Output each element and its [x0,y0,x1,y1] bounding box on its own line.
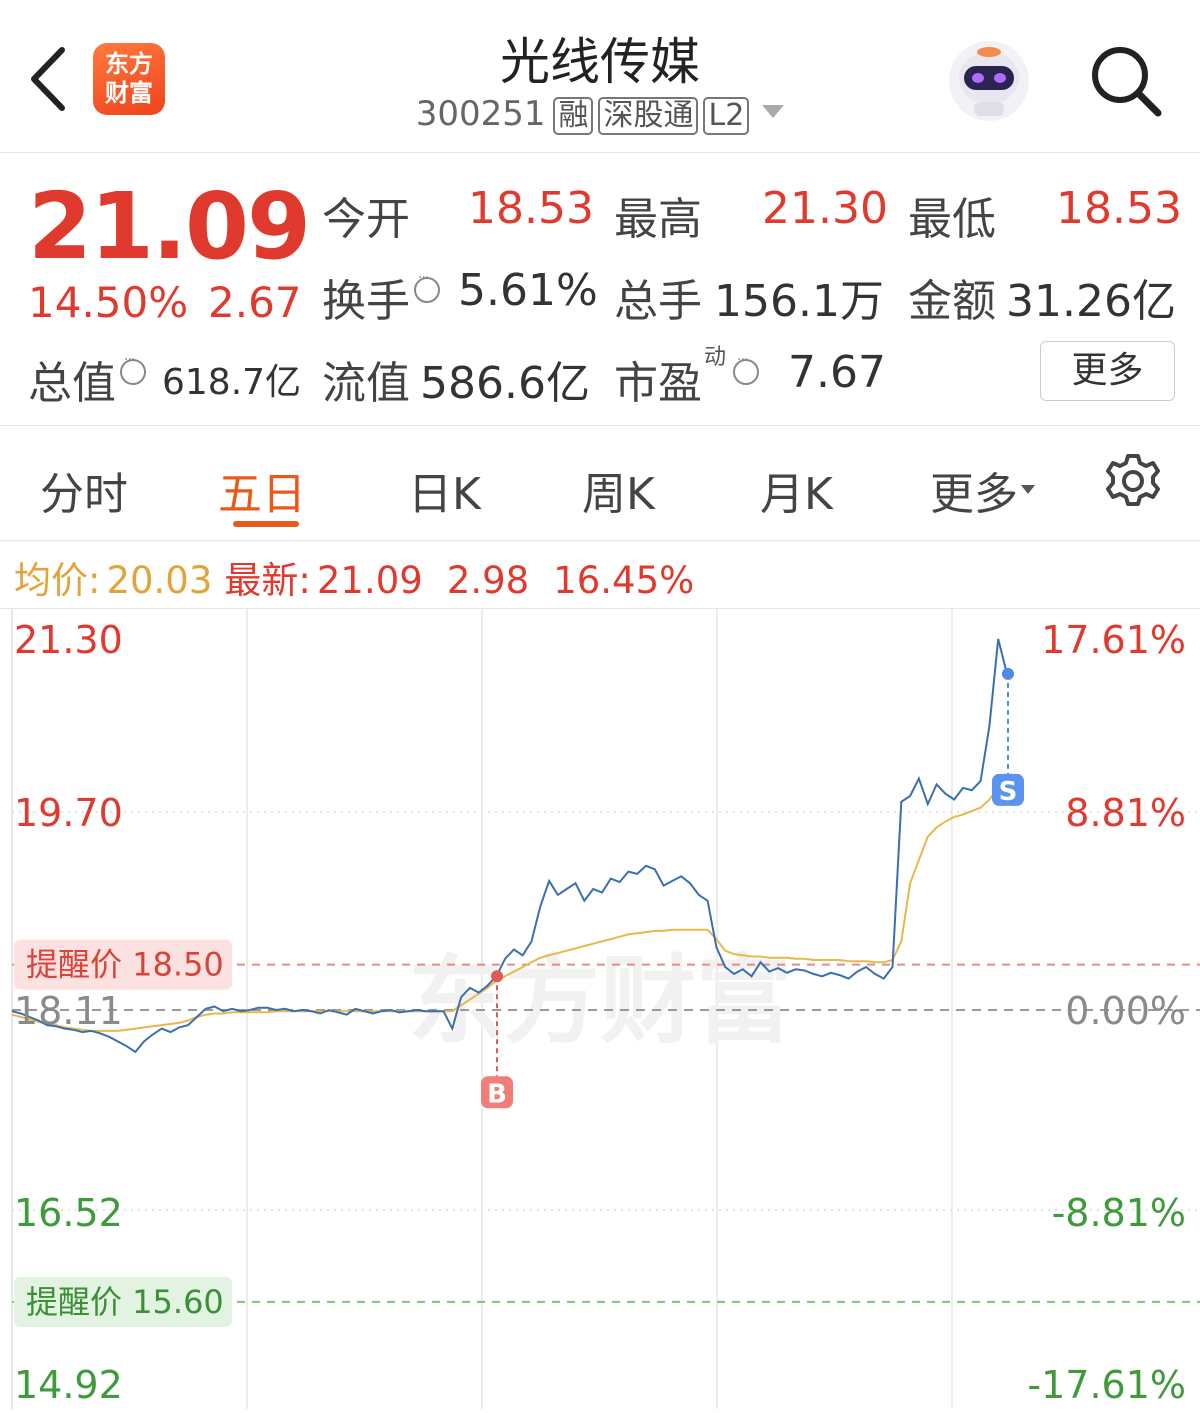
y-tick-right: 17.61% [1041,618,1186,662]
open-value: 18.53 [468,183,594,234]
margin-tag: 融 [553,97,594,135]
five-day-chart-svg[interactable]: 东方财富 B S 21.30 19.70 18.11 16.52 14.92 1… [0,609,1200,1409]
amount-value: 31.26亿 [1006,276,1176,327]
turnover-label: 换手 [322,276,410,327]
tab-monthly-k[interactable]: 月K [760,458,833,522]
quote-panel: 21.09 14.50% 2.67 今开 18.53 最高 21.30 最低 1… [0,153,1200,426]
five-day-chart[interactable]: 东方财富 B S 21.30 19.70 18.11 16.52 14.92 1… [0,608,1200,1409]
last-price: 21.09 [28,173,311,280]
y-tick-left: 21.30 [14,618,123,662]
float-cap-label: 流值 [322,358,410,409]
y-tick-right: -17.61% [1027,1363,1186,1407]
y-tick-left: 16.52 [14,1191,123,1235]
summary-change-pct: 16.45% [553,559,695,602]
level2-tag: L2 [703,97,750,135]
y-tick-left: 14.92 [14,1363,123,1407]
pe-value: 7.67 [788,347,886,398]
tab-more-caret-icon [1021,484,1035,494]
high-value: 21.30 [762,183,888,234]
pe-dynamic-sup: 动 [704,345,727,370]
robot-assistant-icon[interactable] [946,40,1032,122]
dropdown-caret-icon[interactable] [762,105,785,118]
tab-more-label: 更多 [930,469,1018,520]
alert-price-upper[interactable]: 提醒价 18.50 [14,939,232,990]
float-cap-value: 586.6亿 [420,358,590,409]
tab-intraday[interactable]: 分时 [40,458,128,522]
open-label: 今开 [322,194,410,245]
tab-more[interactable]: 更多 [930,458,1035,522]
y-tick-left: 18.11 [14,989,123,1033]
search-icon[interactable] [1085,40,1165,120]
turnover-value: 5.61% [458,265,598,316]
alert-price-lower[interactable]: 提醒价 15.60 [14,1276,232,1327]
volume-value: 156.1万 [714,276,884,327]
connect-tag: 深股通 [598,97,699,135]
avg-price-label: 均价: [14,559,101,602]
sell-marker[interactable]: S [992,667,1024,807]
sell-marker-label: S [999,777,1018,807]
settings-gear-icon[interactable] [1104,452,1162,510]
avg-price-value: 20.03 [106,559,213,602]
y-tick-left: 19.70 [14,791,123,835]
market-cap-value: 618.7亿 [162,362,302,403]
market-cap-info-icon[interactable] [120,352,146,385]
more-quote-button[interactable]: 更多 [1040,341,1175,401]
y-tick-right: 8.81% [1065,791,1186,835]
pe-label: 市盈 [614,358,702,409]
high-label: 最高 [614,194,702,245]
y-tick-right: 0.00% [1065,989,1186,1033]
latest-label: 最新: [224,559,311,602]
active-tab-indicator [233,521,299,527]
pe-info-icon[interactable] [733,352,759,385]
change-percent: 14.50% [28,278,189,327]
tab-weekly-k[interactable]: 周K [582,458,655,522]
tab-five-day[interactable]: 五日 [218,458,306,522]
volume-label: 总手 [614,276,702,327]
tab-daily-k[interactable]: 日K [408,458,481,522]
change-amount: 2.67 [208,278,302,327]
market-cap-label: 总值 [28,358,116,409]
watermark: 东方财富 [408,945,792,1057]
chart-tabs: 分时 五日 日K 周K 月K 更多 [0,426,1200,541]
y-tick-right: -8.81% [1052,1191,1186,1235]
low-value: 18.53 [1056,183,1182,234]
alert-upper-text: 提醒价 18.50 [26,946,224,984]
amount-label: 金额 [908,276,996,327]
summary-change: 2.98 [446,559,530,602]
stock-code: 300251 [415,94,546,134]
chart-summary: 均价: 20.03 最新: 21.09 2.98 16.45% [14,550,694,604]
low-label: 最低 [908,194,996,245]
turnover-info-icon[interactable] [414,270,440,303]
header-bar: 东方 财富 光线传媒 300251 融深股通 L2 [0,0,1200,153]
latest-value: 21.09 [316,559,423,602]
alert-lower-text: 提醒价 15.60 [26,1283,224,1321]
buy-marker-label: B [487,1079,507,1109]
